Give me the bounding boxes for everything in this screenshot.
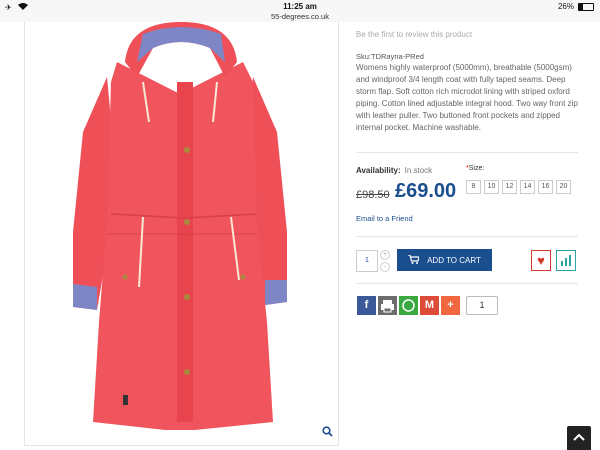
availability: Availability: In stock: [356, 166, 432, 175]
address-bar[interactable]: 55-degrees.co.uk: [0, 12, 600, 21]
increase-button[interactable]: +: [380, 250, 390, 260]
cart-icon: [408, 253, 420, 266]
size-option[interactable]: 10: [484, 180, 499, 194]
size-options: 8 10 12 14 16 20: [466, 180, 571, 194]
print-icon[interactable]: [378, 296, 397, 315]
status-right: 26%: [558, 2, 594, 11]
share-count: 1: [466, 296, 498, 315]
product-image: [73, 22, 287, 430]
add-to-cart-label: ADD TO CART: [427, 255, 481, 265]
battery-icon: [578, 2, 594, 11]
whatsapp-icon[interactable]: [399, 296, 418, 315]
old-price: £98.50: [356, 189, 390, 201]
chevron-up-icon[interactable]: [567, 426, 591, 450]
size-option[interactable]: 16: [538, 180, 553, 194]
heart-icon[interactable]: ♥: [531, 250, 551, 271]
size-option[interactable]: 20: [556, 180, 571, 194]
sku: Sku:TDRayna-PRed: [356, 52, 424, 61]
bar-chart-icon[interactable]: [556, 250, 576, 271]
plus-icon[interactable]: +: [441, 296, 460, 315]
decrease-button[interactable]: -: [380, 262, 390, 272]
gmail-icon[interactable]: M: [420, 296, 439, 315]
size-option[interactable]: 14: [520, 180, 535, 194]
divider: [356, 152, 578, 153]
status-bar: ✈ 11:25 am 55-degrees.co.uk 26%: [0, 0, 600, 22]
facebook-icon[interactable]: f: [357, 296, 376, 315]
email-friend-link[interactable]: Email to a Friend: [356, 214, 413, 223]
divider: [356, 283, 578, 284]
size-option[interactable]: 8: [466, 180, 481, 194]
magnifier-icon[interactable]: [322, 426, 333, 440]
add-to-cart-button[interactable]: ADD TO CART: [397, 249, 492, 271]
quantity-stepper: + -: [380, 250, 390, 274]
size-label-text: Size:: [468, 165, 485, 172]
sale-price: £69.00: [395, 180, 457, 202]
review-link[interactable]: Be the first to review this product: [356, 30, 472, 39]
divider: [356, 236, 578, 237]
battery-percent: 26%: [557, 2, 574, 11]
size-label: *Size:: [466, 165, 484, 172]
product-description: Womens highly waterproof (5000mm), breat…: [356, 63, 578, 132]
availability-value: In stock: [404, 166, 433, 175]
share-bar: f M + 1: [357, 296, 498, 315]
size-option[interactable]: 12: [502, 180, 517, 194]
quantity-input[interactable]: 1: [356, 250, 378, 272]
clock: 11:25 am: [283, 2, 317, 11]
product-image-frame[interactable]: [24, 22, 339, 446]
availability-label: Availability:: [356, 166, 401, 175]
